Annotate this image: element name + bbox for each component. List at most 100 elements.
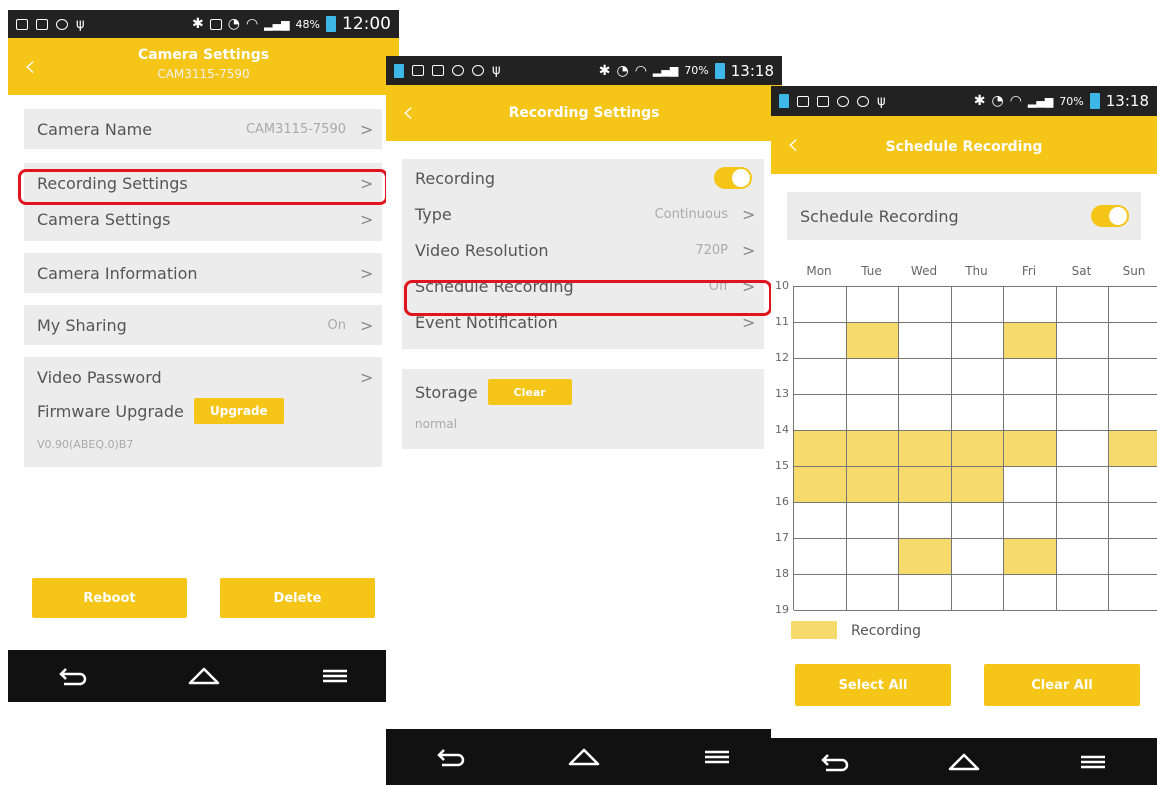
schedule-cell[interactable] <box>951 395 1004 431</box>
camera-information-row[interactable]: Camera Information > <box>24 253 382 293</box>
schedule-cell[interactable] <box>1004 467 1057 503</box>
schedule-cell[interactable] <box>794 359 847 395</box>
schedule-cell[interactable] <box>1004 431 1057 467</box>
reboot-button[interactable]: Reboot <box>32 578 187 618</box>
schedule-cell[interactable] <box>794 287 847 323</box>
schedule-cell[interactable] <box>794 575 847 611</box>
video-resolution-value: 720P <box>695 242 728 258</box>
schedule-cell[interactable] <box>899 323 952 359</box>
recording-toggle[interactable] <box>714 167 752 189</box>
camera-name-row[interactable]: Camera Name CAM3115-7590 > <box>24 109 382 149</box>
app-header: ‹ Recording Settings <box>386 85 782 141</box>
delete-button[interactable]: Delete <box>220 578 375 618</box>
schedule-cell[interactable] <box>1109 359 1157 395</box>
schedule-cell[interactable] <box>1056 503 1109 539</box>
schedule-cell[interactable] <box>1004 359 1057 395</box>
schedule-cell[interactable] <box>951 467 1004 503</box>
home-icon[interactable] <box>947 751 981 773</box>
video-resolution-row[interactable]: Video Resolution 720P > <box>402 233 764 267</box>
menu-icon[interactable] <box>1078 751 1108 773</box>
back-arrow-icon[interactable] <box>820 751 850 773</box>
schedule-cell[interactable] <box>846 359 899 395</box>
event-notification-row[interactable]: Event Notification > <box>402 305 764 339</box>
schedule-cell[interactable] <box>794 539 847 575</box>
schedule-cell[interactable] <box>1109 467 1157 503</box>
image-icon <box>817 95 829 107</box>
home-icon[interactable] <box>187 665 221 687</box>
schedule-cell[interactable] <box>846 287 899 323</box>
schedule-cell[interactable] <box>1004 323 1057 359</box>
schedule-cell[interactable] <box>899 467 952 503</box>
schedule-cell[interactable] <box>899 539 952 575</box>
schedule-cell[interactable] <box>899 503 952 539</box>
battery-percent: 48% <box>295 17 320 31</box>
my-sharing-row[interactable]: My Sharing On > <box>24 305 382 345</box>
schedule-cell[interactable] <box>1056 575 1109 611</box>
clear-storage-button[interactable]: Clear <box>487 379 572 405</box>
schedule-grid[interactable] <box>793 286 1157 611</box>
schedule-cell[interactable] <box>794 323 847 359</box>
schedule-cell[interactable] <box>846 467 899 503</box>
menu-icon[interactable] <box>320 665 350 687</box>
schedule-cell[interactable] <box>951 503 1004 539</box>
back-arrow-icon[interactable] <box>58 665 88 687</box>
upgrade-button[interactable]: Upgrade <box>193 398 284 424</box>
schedule-cell[interactable] <box>951 431 1004 467</box>
clear-all-button[interactable]: Clear All <box>984 664 1140 706</box>
schedule-cell[interactable] <box>899 431 952 467</box>
schedule-cell[interactable] <box>1056 431 1109 467</box>
schedule-cell[interactable] <box>1056 467 1109 503</box>
schedule-cell[interactable] <box>846 431 899 467</box>
type-row[interactable]: Type Continuous > <box>402 197 764 231</box>
schedule-cell[interactable] <box>846 323 899 359</box>
menu-icon[interactable] <box>702 746 732 768</box>
camera-settings-row[interactable]: Camera Settings > <box>24 203 382 235</box>
schedule-cell[interactable] <box>794 467 847 503</box>
schedule-cell[interactable] <box>1056 323 1109 359</box>
schedule-recording-row[interactable]: Schedule Recording Off > <box>402 269 764 303</box>
schedule-cell[interactable] <box>1004 503 1057 539</box>
schedule-recording-label: Schedule Recording <box>415 276 574 296</box>
schedule-cell[interactable] <box>1109 431 1157 467</box>
schedule-cell[interactable] <box>846 503 899 539</box>
schedule-cell[interactable] <box>1109 575 1157 611</box>
notification-icon <box>412 65 424 76</box>
schedule-cell[interactable] <box>1109 323 1157 359</box>
schedule-cell[interactable] <box>951 359 1004 395</box>
schedule-cell[interactable] <box>1109 539 1157 575</box>
schedule-cell[interactable] <box>1056 395 1109 431</box>
schedule-cell[interactable] <box>794 503 847 539</box>
schedule-cell[interactable] <box>951 323 1004 359</box>
schedule-cell[interactable] <box>1056 287 1109 323</box>
schedule-cell[interactable] <box>951 575 1004 611</box>
schedule-cell[interactable] <box>846 539 899 575</box>
recording-settings-row[interactable]: Recording Settings > <box>24 167 382 199</box>
schedule-cell[interactable] <box>1056 359 1109 395</box>
back-arrow-icon[interactable] <box>436 746 466 768</box>
schedule-cell[interactable] <box>794 395 847 431</box>
schedule-cell[interactable] <box>951 287 1004 323</box>
schedule-cell[interactable] <box>899 575 952 611</box>
schedule-cell[interactable] <box>1004 287 1057 323</box>
schedule-cell[interactable] <box>846 575 899 611</box>
schedule-cell[interactable] <box>1056 539 1109 575</box>
select-all-button[interactable]: Select All <box>795 664 951 706</box>
schedule-cell[interactable] <box>1004 575 1057 611</box>
schedule-cell[interactable] <box>1004 539 1057 575</box>
schedule-cell[interactable] <box>1109 395 1157 431</box>
schedule-cell[interactable] <box>1109 503 1157 539</box>
video-password-row[interactable]: Video Password > <box>24 361 382 393</box>
schedule-cell[interactable] <box>794 431 847 467</box>
home-icon[interactable] <box>567 746 601 768</box>
schedule-cell[interactable] <box>1109 287 1157 323</box>
schedule-cell[interactable] <box>951 539 1004 575</box>
schedule-cell[interactable] <box>899 359 952 395</box>
schedule-cell[interactable] <box>1004 395 1057 431</box>
schedule-cell[interactable] <box>899 287 952 323</box>
event-notification-label: Event Notification <box>415 312 558 332</box>
hour-label: 18 <box>775 567 789 580</box>
schedule-recording-toggle[interactable] <box>1091 205 1129 227</box>
schedule-cell[interactable] <box>899 395 952 431</box>
schedule-cell[interactable] <box>846 395 899 431</box>
wifi-icon: ◠ <box>1009 93 1022 109</box>
